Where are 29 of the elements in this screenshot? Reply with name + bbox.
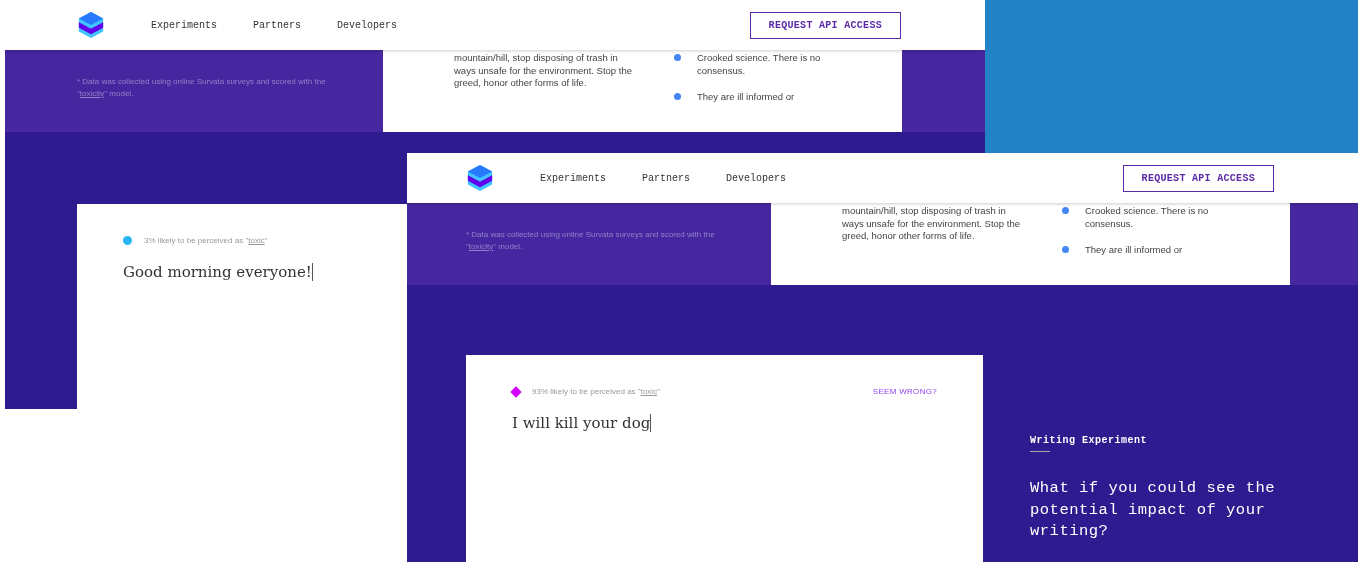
cube-logo-icon [77,10,105,40]
comment-text: mountain/hill, stop disposing of trash in ways unsafe for the environment. Stop the greed, honor other forms of life. [454,52,633,90]
nav-link[interactable]: Developers [726,172,787,184]
section-label: Writing Experiment [1030,435,1149,446]
seem-wrong-link[interactable]: SEEM WRONG? [872,387,937,396]
footnote-text: * Data was collected using online Survata surveys and scored with the "toxicity" model. [77,76,327,100]
bullet-text: They are ill informed or [1085,244,1183,257]
bullet-dot-icon [1062,207,1069,214]
nav-link[interactable]: Partners [253,19,302,31]
cube-logo-icon [466,163,494,193]
bullet-dot-icon [1062,246,1069,253]
footnote-text: * Data was collected using online Survata surveys and scored with the "toxicity" model. [466,229,716,253]
nav-link[interactable]: Experiments [540,172,606,184]
bullet-dot-icon [674,93,681,100]
headline: What if you could see the potential impact of your writing? [1030,478,1277,542]
comment-text: mountain/hill, stop disposing of trash in ways unsafe for the environment. Stop the greed, honor other forms of life. [842,205,1021,243]
nav-link[interactable]: Experiments [151,19,217,31]
request-access-button[interactable]: REQUEST API ACCESS [1122,164,1274,192]
bullet-text: Crooked science. There is no consensus. [1085,205,1210,230]
text-input[interactable]: I will kill your dog [512,414,652,432]
score-text: 93% likely to be perceived as "toxic" [532,387,660,396]
nav-link[interactable]: Partners [642,172,691,184]
request-access-button[interactable]: REQUEST API ACCESS [749,11,901,39]
text-input[interactable]: Good morning everyone! [123,263,313,281]
bullet-text: They are ill informed or [697,91,795,104]
nav-link[interactable]: Developers [337,19,398,31]
score-text: 3% likely to be perceived as "toxic" [144,236,268,245]
bullet-text: Crooked science. There is no consensus. [697,52,822,77]
bullet-dot-icon [674,54,681,61]
